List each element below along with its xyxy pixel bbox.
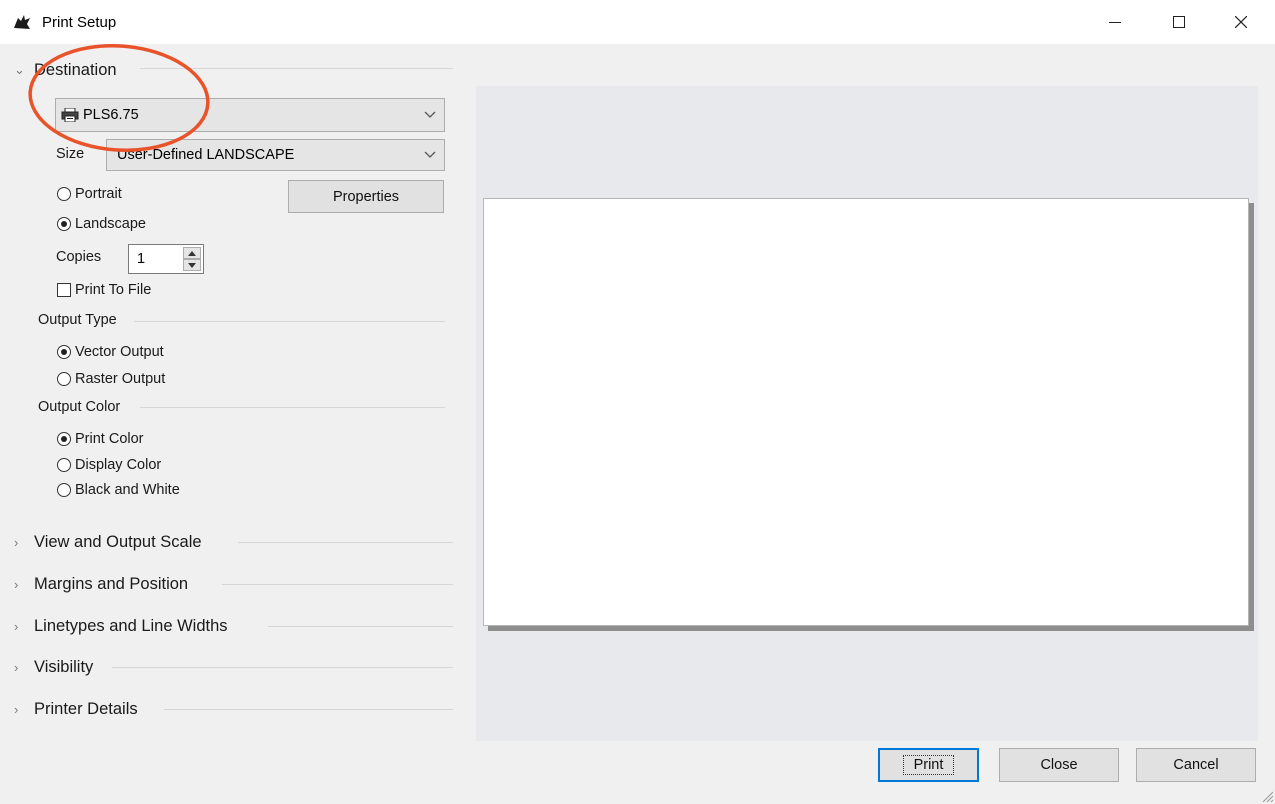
radio-circle [57,187,71,201]
print-button[interactable]: Print [878,748,979,782]
section-visibility[interactable]: › Visibility [14,656,93,678]
copies-label: Copies [56,249,102,265]
landscape-label: Landscape [75,216,146,232]
section-label: Printer Details [34,699,138,718]
cancel-button[interactable]: Cancel [1136,748,1256,782]
portrait-radio[interactable]: Portrait [57,186,122,202]
radio-circle [57,458,71,472]
print-color-radio[interactable]: Print Color [57,431,144,447]
size-value: User-Defined LANDSCAPE [117,147,295,163]
spin-down-button[interactable] [183,259,201,271]
copies-value: 1 [137,251,146,267]
black-white-label: Black and White [75,482,180,498]
radio-circle [57,217,71,231]
section-printer-details[interactable]: › Printer Details [14,698,138,720]
close-window-button[interactable] [1218,0,1264,44]
arrow-down-icon [188,262,196,268]
window-title: Print Setup [42,14,117,31]
maximize-button[interactable] [1156,0,1202,44]
vector-output-radio[interactable]: Vector Output [57,344,164,360]
display-color-label: Display Color [75,457,162,473]
close-icon [1235,16,1247,28]
size-select[interactable]: User-Defined LANDSCAPE [106,139,445,171]
minimize-icon [1109,22,1121,23]
printer-select[interactable]: PLS6.75 [55,98,445,132]
section-divider [268,626,453,627]
print-color-label: Print Color [75,431,144,447]
chevron-right-icon: › [14,576,19,592]
group-divider [134,321,445,322]
section-divider [140,68,453,69]
landscape-radio[interactable]: Landscape [57,216,146,232]
section-margins-position[interactable]: › Margins and Position [14,573,188,595]
printer-value: PLS6.75 [83,107,139,123]
spin-buttons [183,247,201,271]
group-divider [140,407,445,408]
arrow-up-icon [188,250,196,256]
radio-circle [57,345,71,359]
section-divider [238,542,453,543]
section-label: Visibility [34,657,94,676]
raster-output-label: Raster Output [75,371,166,387]
print-button-label: Print [902,755,955,775]
section-label: Margins and Position [34,574,189,593]
spin-up-button[interactable] [183,247,201,259]
minimize-button[interactable] [1092,0,1138,44]
printer-icon [61,108,79,122]
section-divider [222,584,453,585]
print-to-file-label: Print To File [75,282,152,298]
radio-circle [57,432,71,446]
section-destination-label: Destination [34,60,117,79]
section-label: View and Output Scale [34,532,202,551]
raster-output-radio[interactable]: Raster Output [57,371,165,387]
chevron-down-icon: ⌄ [14,62,25,77]
chevron-down-icon [424,111,436,118]
chevron-right-icon: › [14,701,19,717]
chevron-right-icon: › [14,659,19,675]
section-divider [112,667,453,668]
output-color-label: Output Color [38,399,121,415]
output-type-label: Output Type [38,312,117,328]
properties-button-label: Properties [332,188,400,205]
dialog-client-area: ⌄ Destination PLS6.75 Size User-Defined … [0,44,1275,804]
cancel-button-label: Cancel [1173,757,1219,773]
radio-circle [57,483,71,497]
chevron-right-icon: › [14,618,19,634]
size-label: Size [56,146,85,162]
print-preview-page [483,198,1249,626]
black-white-radio[interactable]: Black and White [57,482,180,498]
title-bar: Print Setup [0,0,1275,44]
section-label: Linetypes and Line Widths [34,616,228,635]
close-button-label: Close [1040,757,1078,773]
portrait-label: Portrait [75,186,122,202]
section-linetypes[interactable]: › Linetypes and Line Widths [14,615,228,637]
vector-output-label: Vector Output [75,344,164,360]
copies-stepper[interactable]: 1 [128,244,204,274]
close-button[interactable]: Close [999,748,1119,782]
radio-circle [57,372,71,386]
resize-grip-icon[interactable] [1260,789,1274,803]
print-to-file-checkbox[interactable]: Print To File [57,282,151,298]
section-view-output-scale[interactable]: › View and Output Scale [14,531,202,553]
chevron-down-icon [424,151,436,158]
chevron-right-icon: › [14,534,19,550]
section-divider [164,709,453,710]
maximize-icon [1173,16,1185,28]
rhino-app-icon [12,12,32,32]
checkbox-box [57,283,71,297]
display-color-radio[interactable]: Display Color [57,457,161,473]
section-destination[interactable]: ⌄ Destination [14,59,117,81]
properties-button[interactable]: Properties [288,180,444,213]
